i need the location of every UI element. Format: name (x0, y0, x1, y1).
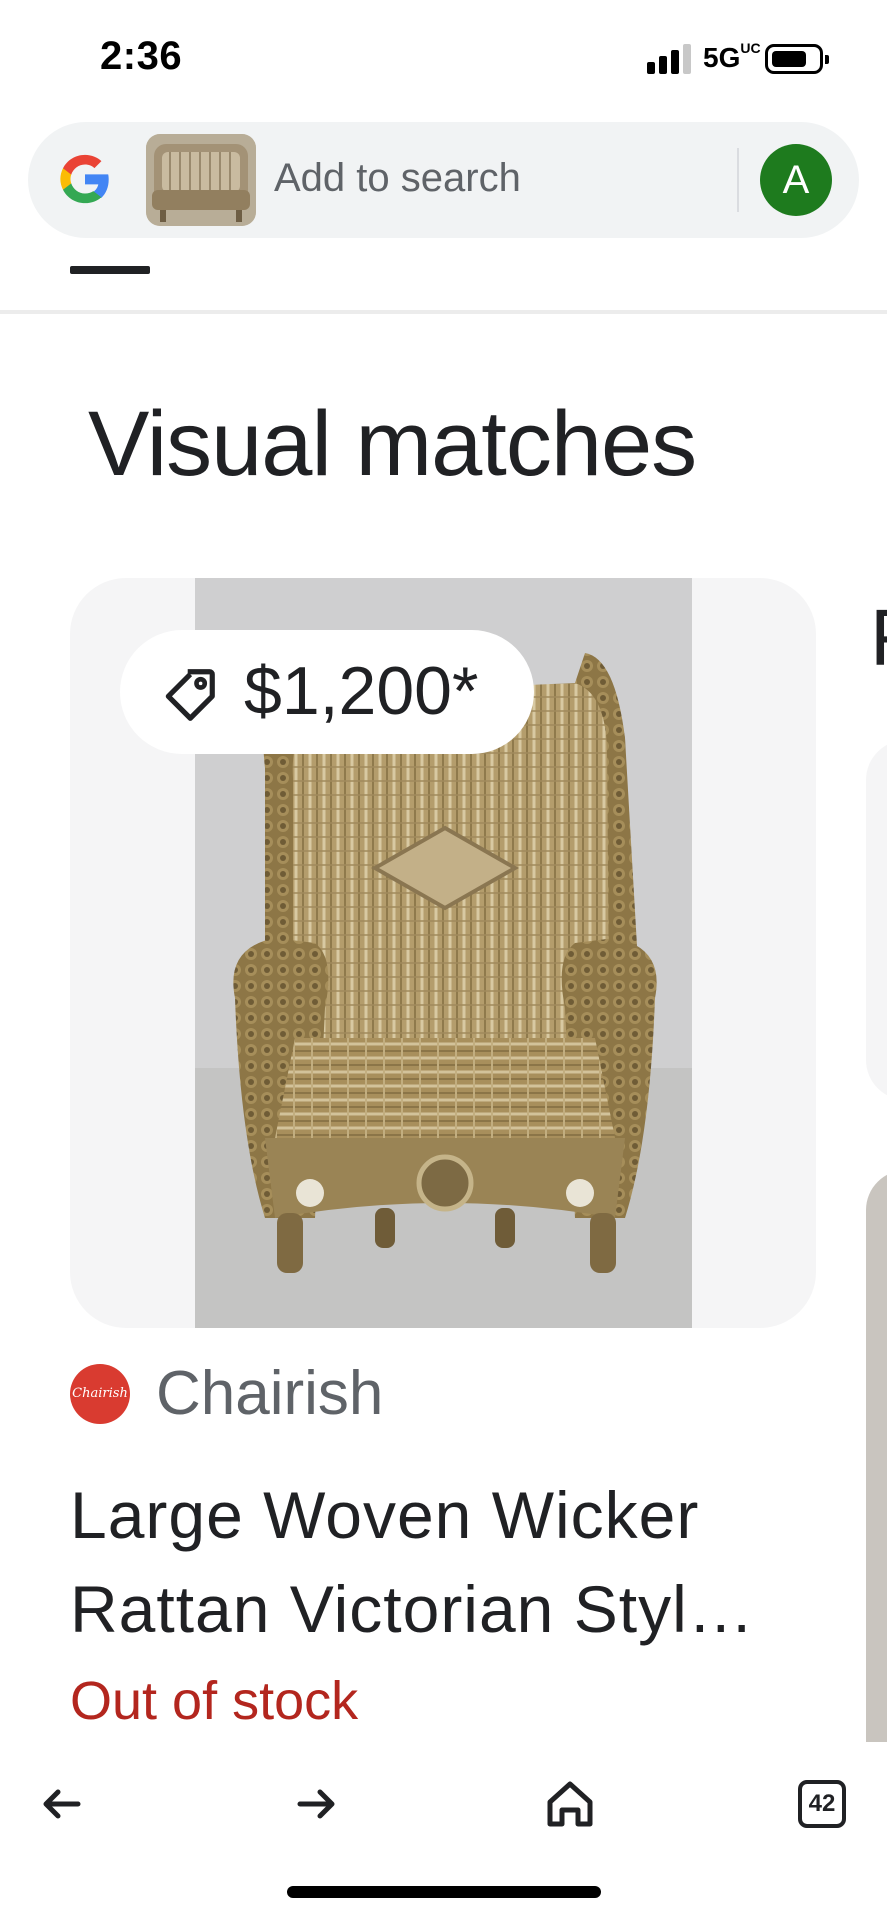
tabs-count: 42 (808, 1790, 836, 1817)
next-card-peek[interactable] (866, 740, 887, 1100)
search-divider (737, 148, 739, 212)
network-label: 5GUC (703, 40, 761, 73)
price-tag-icon (165, 669, 215, 721)
search-input[interactable]: Add to search (274, 156, 521, 201)
stock-status: Out of stock (70, 1671, 359, 1731)
tabs-button[interactable]: 42 (786, 1768, 858, 1840)
next-card-image-peek[interactable] (866, 1170, 887, 1750)
cellular-signal-icon (647, 44, 693, 74)
arrow-right-icon (297, 1789, 335, 1819)
status-bar: 2:36 5GUC (0, 0, 887, 110)
forward-button[interactable] (280, 1768, 352, 1840)
home-icon (547, 1781, 593, 1827)
account-avatar[interactable]: A (760, 144, 832, 216)
product-title[interactable]: Large Woven Wicker Rattan Victorian Styl… (70, 1468, 810, 1656)
source-logo: Chairish (70, 1364, 130, 1424)
section-title: Visual matches (88, 393, 697, 495)
network-suffix: UC (740, 40, 761, 56)
home-indicator (287, 1886, 601, 1898)
source-name[interactable]: Chairish (156, 1358, 383, 1429)
header-divider (0, 310, 887, 314)
battery-icon (765, 44, 829, 74)
next-card-title-peek[interactable]: F (870, 592, 887, 684)
arrow-left-icon (43, 1789, 81, 1819)
status-time: 2:36 (100, 34, 183, 78)
google-g-icon (60, 154, 109, 204)
result-card-image[interactable]: $1,200* (70, 578, 816, 1328)
price-value: $1,200* (244, 653, 479, 729)
back-button[interactable] (26, 1768, 98, 1840)
search-image-thumbnail[interactable] (146, 134, 256, 226)
home-button[interactable] (534, 1768, 606, 1840)
active-tab-indicator (70, 266, 150, 274)
price-chip[interactable]: $1,200* (120, 630, 534, 754)
